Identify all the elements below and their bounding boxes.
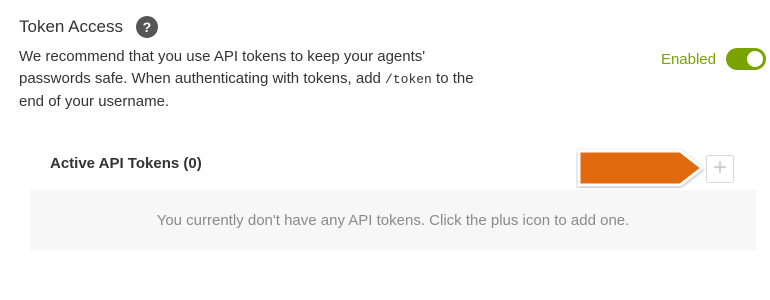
description-part-1: We recommend that you use API tokens to … — [19, 48, 426, 87]
token-access-toggle-group: Enabled — [661, 48, 766, 70]
empty-state-message: You currently don't have any API tokens.… — [156, 211, 630, 229]
arrow-shape — [577, 149, 704, 187]
add-token-button[interactable]: + — [706, 155, 734, 183]
question-icon[interactable]: ? — [135, 16, 158, 38]
token-access-toggle[interactable] — [726, 48, 766, 70]
toggle-knob — [747, 51, 763, 67]
arrow-annotation-icon — [577, 149, 704, 187]
token-suffix-code: /token — [385, 72, 432, 87]
section-header: Token Access ? — [19, 16, 158, 38]
plus-icon: + — [712, 154, 727, 181]
tokens-empty-state: You currently don't have any API tokens.… — [30, 190, 756, 250]
description-text: We recommend that you use API tokens to … — [19, 46, 499, 113]
section-title: Token Access — [19, 17, 123, 36]
active-tokens-header: Active API Tokens (0) — [50, 155, 202, 172]
token-access-panel: Token Access ? We recommend that you use… — [0, 0, 770, 300]
toggle-label: Enabled — [660, 50, 716, 68]
